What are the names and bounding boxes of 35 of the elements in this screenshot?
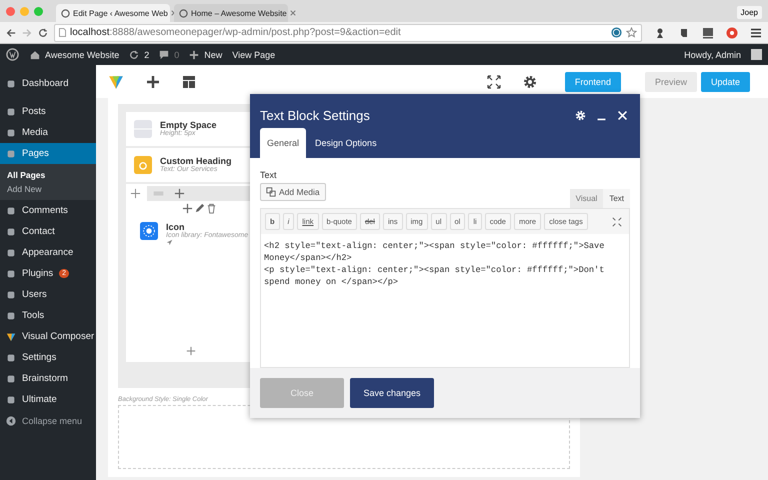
menu-item[interactable]: Brainstorm — [0, 368, 96, 389]
editor-mode-tab[interactable]: Visual — [570, 189, 604, 208]
greeting-link[interactable]: Howdy, Admin — [684, 50, 741, 60]
view-page-link[interactable]: View Page — [232, 50, 276, 60]
save-changes-button[interactable]: Save changes — [350, 378, 434, 408]
editor-mode-tab[interactable]: Text — [603, 189, 630, 208]
field-label: Text — [260, 170, 278, 180]
menu-item[interactable]: Users — [0, 284, 96, 305]
menu-item[interactable]: Appearance — [0, 242, 96, 263]
menu-item[interactable]: Comments — [0, 200, 96, 221]
dialog-tab[interactable]: General — [260, 128, 306, 158]
dialog-tab[interactable]: Design Options — [308, 128, 384, 158]
submenu-item[interactable]: Add New — [0, 182, 96, 196]
menu-item[interactable]: Tools — [0, 305, 96, 326]
updates-count[interactable]: 2 — [144, 50, 150, 60]
menu-item[interactable]: Media — [0, 122, 96, 143]
element-title: Empty Space — [160, 120, 217, 130]
add-media-button[interactable]: Add Media — [260, 183, 326, 201]
menu-item[interactable]: Contact — [0, 221, 96, 242]
element-title: Icon — [166, 222, 185, 232]
menu-item[interactable]: Posts — [0, 101, 96, 122]
menu-item[interactable]: Dashboard — [0, 73, 96, 94]
menu-item[interactable]: Visual Composer — [0, 326, 96, 347]
address-bar[interactable]: localhost:8888/awesomeonepager/wp-admin/post.php?post=9&action=edit — [54, 24, 642, 42]
collapse-menu-button[interactable]: Collapse menu — [0, 410, 96, 431]
menu-item[interactable]: Ultimate — [0, 389, 96, 410]
profile-button[interactable]: Joep — [736, 6, 762, 19]
menu-item[interactable]: Pages — [0, 143, 96, 164]
new-link[interactable]: New — [204, 50, 222, 60]
code-editor[interactable]: <h2 style="text-align: center;"><span style="color: #ffffff;">Save Money</span></h2> <p style="text-align: center;"><span style="color: #ffffff;">Don't spend money on </span></p> — [261, 234, 629, 367]
site-name-link[interactable]: Awesome Website — [45, 50, 120, 60]
dialog-title: Text Block Settings — [260, 108, 370, 122]
menu-item[interactable]: Settings — [0, 347, 96, 368]
element-title: Custom Heading — [160, 156, 232, 166]
submenu-item[interactable]: All Pages — [0, 168, 96, 182]
